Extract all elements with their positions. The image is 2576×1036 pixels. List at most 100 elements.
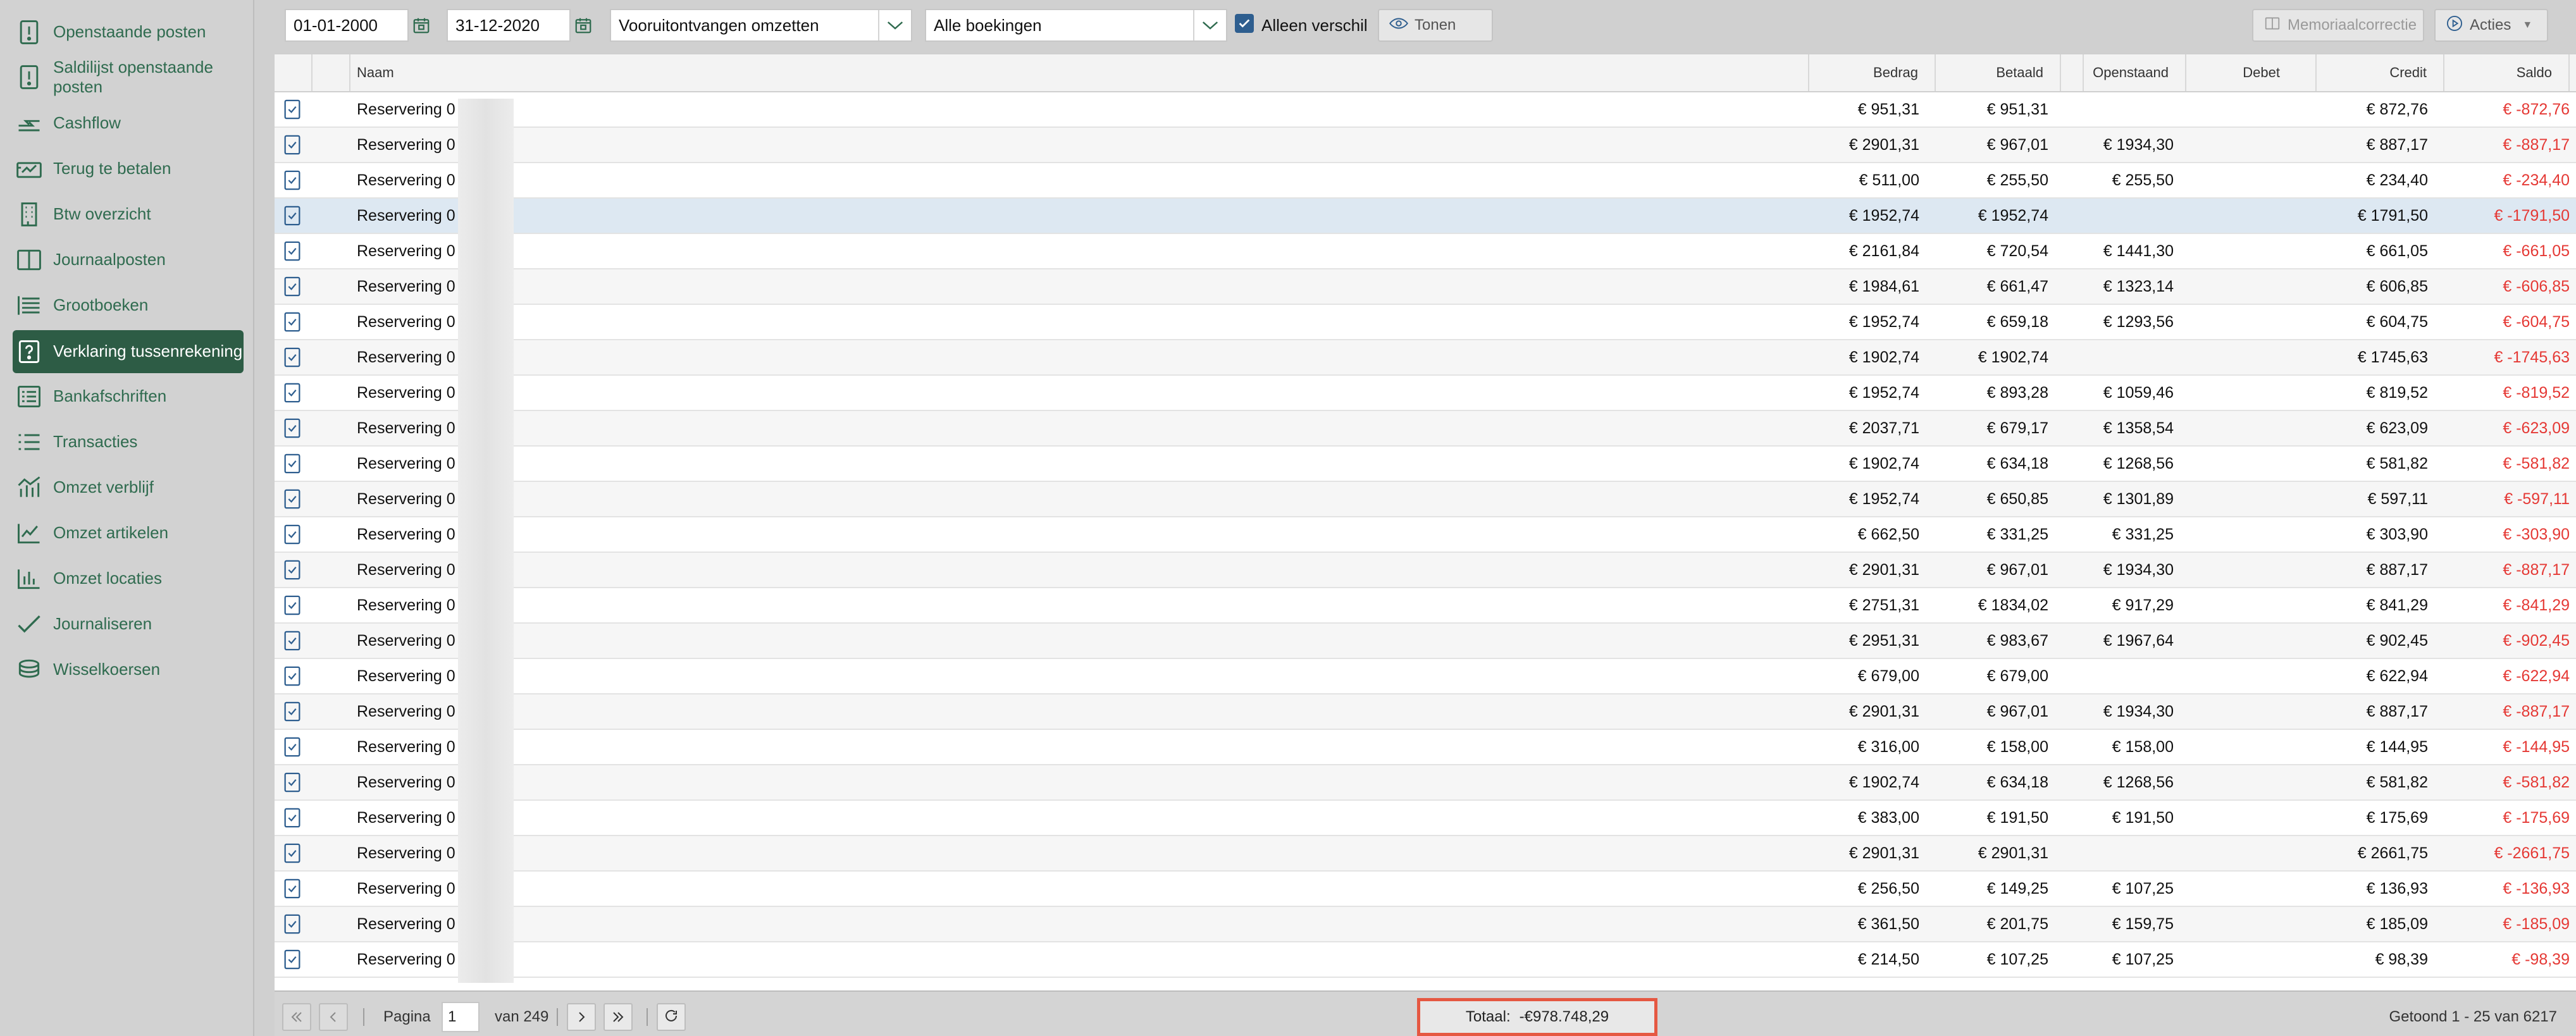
- document-check-icon[interactable]: [280, 128, 305, 162]
- row-amount: € 214,50: [1857, 950, 1919, 968]
- table-row[interactable]: Reservering 0 € 316,00 € 158,00 € 158,00 € 1…: [275, 730, 2576, 765]
- document-check-icon[interactable]: [280, 305, 305, 339]
- sidebar-item-verklaring-tussenrekening[interactable]: Verklaring tussenrekening: [13, 330, 244, 373]
- calendar-icon[interactable]: [409, 11, 434, 39]
- header-credit[interactable]: Credit: [2317, 54, 2444, 91]
- table-row[interactable]: Reservering 0 € 1984,61 € 661,47 € 1323,14 €…: [275, 269, 2576, 305]
- document-check-icon[interactable]: [280, 872, 305, 906]
- sidebar-item-grootboeken[interactable]: Grootboeken: [13, 286, 244, 325]
- table-row[interactable]: Reservering 0 € 214,50 € 107,25 € 107,25 € 9…: [275, 942, 2576, 978]
- row-amount: € 2901,31: [1848, 702, 1919, 720]
- header-amount[interactable]: Bedrag: [1808, 54, 1936, 91]
- sidebar-item-omzet-artikelen[interactable]: Omzet artikelen: [13, 514, 244, 553]
- table-row[interactable]: Reservering 0 € 1902,74 € 634,18 € 1268,56 €…: [275, 765, 2576, 801]
- last-page-button[interactable]: [604, 1003, 633, 1031]
- table-row[interactable]: Reservering 0 € 1952,74 € 893,28 € 1059,46 €…: [275, 376, 2576, 411]
- table-row[interactable]: Reservering 0 € 2901,31 € 967,01 € 1934,30 €…: [275, 553, 2576, 588]
- table-row[interactable]: Reservering 0 € 361,50 € 201,75 € 159,75 € 1…: [275, 907, 2576, 942]
- row-amount: € 2751,31: [1848, 596, 1919, 614]
- table-row[interactable]: Reservering 0 € 256,50 € 149,25 € 107,25 € 1…: [275, 872, 2576, 907]
- calendar-icon[interactable]: [571, 11, 596, 39]
- sidebar-item-omzet-locaties[interactable]: Omzet locaties: [13, 559, 244, 598]
- bookings-select[interactable]: Alle boekingen: [925, 9, 1227, 42]
- document-check-icon[interactable]: [280, 765, 305, 799]
- table-row[interactable]: Reservering 0 € 1952,74 € 650,85 € 1301,89 €…: [275, 482, 2576, 517]
- document-check-icon[interactable]: [280, 411, 305, 445]
- total-label: Totaal:: [1465, 1008, 1511, 1025]
- sidebar-item-bankafschriften[interactable]: Bankafschriften: [13, 377, 244, 416]
- document-check-icon[interactable]: [280, 836, 305, 870]
- row-credit: € 887,17: [2366, 135, 2428, 154]
- show-button-label: Tonen: [1415, 16, 1456, 34]
- document-check-icon[interactable]: [280, 659, 305, 693]
- refresh-button[interactable]: [657, 1003, 686, 1031]
- date-to-input[interactable]: 31-12-2020: [447, 9, 571, 42]
- sidebar-item-wisselkoersen[interactable]: Wisselkoersen: [13, 650, 244, 689]
- header-paid[interactable]: Betaald: [1936, 54, 2061, 91]
- document-check-icon[interactable]: [280, 269, 305, 304]
- row-amount: € 361,50: [1857, 915, 1919, 933]
- next-page-button[interactable]: [567, 1003, 596, 1031]
- document-check-icon[interactable]: [280, 92, 305, 126]
- sidebar-item-openstaande-posten[interactable]: Openstaande posten: [13, 13, 244, 52]
- table-row[interactable]: Reservering 0 € 2037,71 € 679,17 € 1358,54 €…: [275, 411, 2576, 447]
- table-row[interactable]: Reservering 0 € 1952,74 € 659,18 € 1293,56 €…: [275, 305, 2576, 340]
- header-debit[interactable]: Debet: [2186, 54, 2317, 91]
- document-check-icon[interactable]: [280, 801, 305, 835]
- table-row[interactable]: Reservering 0 € 679,00 € 679,00 € 622,94 € -…: [275, 659, 2576, 694]
- sidebar-item-omzet-verblijf[interactable]: Omzet verblijf: [13, 468, 244, 507]
- memorial-correction-button[interactable]: Memoriaalcorrectie: [2252, 9, 2424, 42]
- table-row[interactable]: Reservering 0 € 2161,84 € 720,54 € 1441,30 €…: [275, 234, 2576, 269]
- table-row[interactable]: Reservering 0 € 2901,31 € 967,01 € 1934,30 €…: [275, 128, 2576, 163]
- row-credit: € 887,17: [2366, 702, 2428, 720]
- table-row[interactable]: Reservering 0 € 1902,74 € 1902,74 € 1745,63…: [275, 340, 2576, 376]
- table-row[interactable]: Reservering 0 € 1952,74 € 1952,74 € 1791,50…: [275, 199, 2576, 234]
- header-balance[interactable]: Saldo: [2444, 54, 2570, 91]
- table-row[interactable]: Reservering 0 € 2951,31 € 983,67 € 1967,64 €…: [275, 624, 2576, 659]
- document-check-icon[interactable]: [280, 447, 305, 481]
- row-amount: € 662,50: [1857, 525, 1919, 543]
- document-check-icon[interactable]: [280, 517, 305, 552]
- document-check-icon[interactable]: [280, 234, 305, 268]
- sidebar-item-saldilijst[interactable]: Saldilijst openstaande posten: [13, 54, 244, 100]
- document-check-icon[interactable]: [280, 588, 305, 622]
- first-page-button[interactable]: [282, 1003, 311, 1031]
- date-from-input[interactable]: 01-01-2000: [285, 9, 409, 42]
- document-check-icon[interactable]: [280, 340, 305, 374]
- sidebar-item-transacties[interactable]: Transacties: [13, 422, 244, 462]
- document-check-icon[interactable]: [280, 163, 305, 197]
- document-check-icon[interactable]: [280, 730, 305, 764]
- row-outstanding: € 1293,56: [2103, 312, 2174, 331]
- document-check-icon[interactable]: [280, 376, 305, 410]
- sidebar-item-btw-overzicht[interactable]: Btw overzicht: [13, 195, 244, 234]
- document-check-icon[interactable]: [280, 907, 305, 941]
- sidebar-item-terug-te-betalen[interactable]: Terug te betalen: [13, 149, 244, 188]
- document-check-icon[interactable]: [280, 694, 305, 729]
- document-check-icon[interactable]: [280, 553, 305, 587]
- statement-icon: [13, 383, 53, 410]
- table-row[interactable]: Reservering 0 € 2901,31 € 2901,31 € 2661,75…: [275, 836, 2576, 872]
- previous-page-button[interactable]: [319, 1003, 348, 1031]
- sidebar-item-cashflow[interactable]: Cashflow: [13, 104, 244, 143]
- page-number-input[interactable]: 1: [442, 1002, 480, 1032]
- actions-button[interactable]: Acties ▼: [2434, 9, 2548, 42]
- table-row[interactable]: Reservering 0 € 511,00 € 255,50 € 255,50 € 2…: [275, 163, 2576, 199]
- sidebar-item-journaliseren[interactable]: Journaliseren: [13, 605, 244, 644]
- table-row[interactable]: Reservering 0 € 951,31 € 951,31 € 872,76 € -…: [275, 92, 2576, 128]
- document-check-icon[interactable]: [280, 942, 305, 977]
- show-button[interactable]: Tonen: [1378, 9, 1493, 42]
- table-row[interactable]: Reservering 0 € 1902,74 € 634,18 € 1268,56 €…: [275, 447, 2576, 482]
- document-check-icon[interactable]: [280, 199, 305, 233]
- table-row[interactable]: Reservering 0 € 383,00 € 191,50 € 191,50 € 1…: [275, 801, 2576, 836]
- table-row[interactable]: Reservering 0 € 2751,31 € 1834,02 € 917,29 €…: [275, 588, 2576, 624]
- table-row[interactable]: Reservering 0 € 662,50 € 331,25 € 331,25 € 3…: [275, 517, 2576, 553]
- row-name: Reservering 0: [357, 773, 455, 791]
- table-row[interactable]: Reservering 0 € 2901,31 € 967,01 € 1934,30 €…: [275, 694, 2576, 730]
- sidebar-item-journaalposten[interactable]: Journaalposten: [13, 240, 244, 280]
- document-check-icon[interactable]: [280, 482, 305, 516]
- only-diff-checkbox[interactable]: [1235, 14, 1254, 33]
- type-select[interactable]: Vooruitontvangen omzetten: [610, 9, 912, 42]
- row-name: Reservering 0: [357, 560, 455, 579]
- header-outstanding[interactable]: Openstaand: [2061, 54, 2186, 91]
- document-check-icon[interactable]: [280, 624, 305, 658]
